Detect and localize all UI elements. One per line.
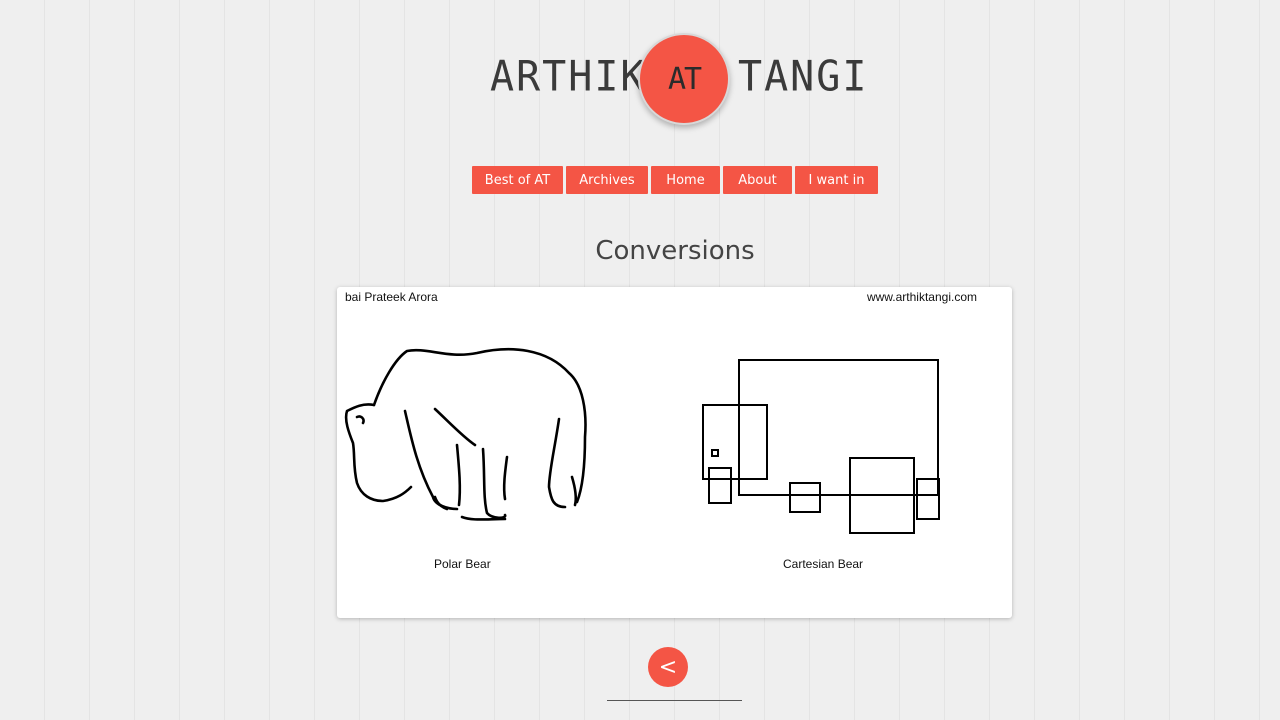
comic-image: bai Prateek Arora www.arthiktangi.com Po… bbox=[337, 287, 1012, 618]
cartesian-bear-drawing bbox=[702, 359, 940, 534]
post-title: Conversions bbox=[595, 236, 755, 266]
logo-right-word: TANGI bbox=[738, 52, 869, 102]
main-nav: Best of AT Archives Home About I want in bbox=[472, 166, 878, 194]
previous-post-button[interactable]: < bbox=[648, 647, 688, 687]
nav-best-of-at[interactable]: Best of AT bbox=[472, 166, 563, 194]
logo-left-word: ARTHIK bbox=[490, 52, 647, 102]
nav-archives[interactable]: Archives bbox=[566, 166, 648, 194]
site-logo[interactable]: ARTHIK AT TANGI bbox=[488, 30, 866, 126]
polar-bear-drawing bbox=[344, 347, 587, 521]
footer-divider bbox=[607, 700, 742, 701]
nav-i-want-in[interactable]: I want in bbox=[795, 166, 878, 194]
logo-badge: AT bbox=[638, 33, 730, 125]
logo-badge-text: AT bbox=[667, 61, 702, 97]
cartesian-bear-caption: Cartesian Bear bbox=[783, 557, 864, 571]
polar-bear-caption: Polar Bear bbox=[434, 557, 491, 571]
nav-about[interactable]: About bbox=[723, 166, 792, 194]
nav-home[interactable]: Home bbox=[651, 166, 720, 194]
